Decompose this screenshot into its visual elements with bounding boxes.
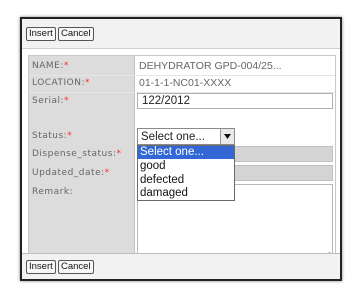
- insert-button-top[interactable]: Insert: [26, 27, 56, 41]
- name-value: DEHYDRATOR GPD-004/25...: [139, 60, 282, 72]
- dropdown-arrow-button[interactable]: [220, 129, 234, 144]
- status-option-defected[interactable]: defected: [138, 174, 234, 187]
- insert-button-bottom[interactable]: Insert: [26, 260, 56, 274]
- chevron-down-icon: [224, 134, 231, 139]
- remark-label: Remark:: [32, 187, 74, 197]
- required-marker: *: [64, 96, 69, 106]
- required-marker: *: [104, 168, 110, 178]
- location-value: 01-1-1-NC01-XXXX: [139, 77, 232, 89]
- required-marker: *: [85, 78, 91, 88]
- serial-input[interactable]: 122/2012: [137, 93, 333, 109]
- status-option-select-one[interactable]: Select one...: [138, 146, 234, 159]
- cancel-button-bottom[interactable]: Cancel: [58, 260, 94, 274]
- serial-label: Serial:*: [32, 96, 69, 106]
- cancel-button-top[interactable]: Cancel: [58, 27, 94, 41]
- bottom-toolbar: Insert Cancel: [22, 253, 340, 279]
- required-marker: *: [67, 131, 73, 141]
- serial-input-value: 122/2012: [142, 95, 190, 107]
- dispense-status-label: Dispense_status:*: [32, 149, 122, 159]
- form-window: Insert Cancel NAME:* DEHYDRATOR GPD-004/…: [20, 17, 342, 281]
- status-option-good[interactable]: good: [138, 160, 234, 173]
- required-marker: *: [116, 149, 122, 159]
- status-label: Status:*: [32, 131, 73, 141]
- status-selected-value: Select one...: [141, 131, 205, 143]
- status-dropdown-list: Select one... good defected damaged: [137, 145, 235, 201]
- updated-date-label: Updated_date:*: [32, 168, 110, 178]
- top-toolbar: Insert Cancel: [22, 19, 340, 49]
- status-option-damaged[interactable]: damaged: [138, 187, 234, 200]
- required-marker: *: [63, 61, 69, 71]
- form-grid: NAME:* DEHYDRATOR GPD-004/25... LOCATION…: [28, 55, 336, 261]
- location-label: LOCATION:*: [32, 78, 91, 88]
- name-label: NAME:*: [32, 61, 69, 71]
- status-select[interactable]: Select one...: [137, 128, 235, 145]
